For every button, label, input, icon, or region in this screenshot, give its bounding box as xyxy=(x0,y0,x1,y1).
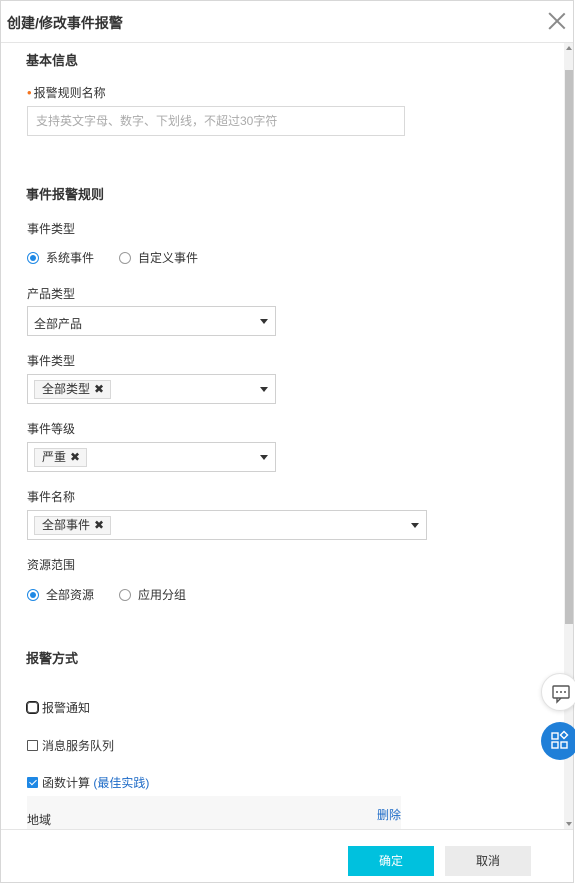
chevron-down-icon xyxy=(260,387,268,392)
product-type-value: 全部产品 xyxy=(34,317,83,331)
radio-label: 系统事件 xyxy=(46,251,95,265)
tag-all-events: 全部事件 ✖ xyxy=(34,516,112,535)
checkbox-unchecked-icon xyxy=(26,701,39,714)
radio-checked-icon xyxy=(27,251,39,264)
checkbox-label: 函数计算 xyxy=(42,776,91,790)
section-title-event-rule: 事件报警规则 xyxy=(26,187,105,202)
dialog-body: 基本信息 • 报警规则名称 支持英文字母、数字、下划线，不超过30字符 事件报警规… xyxy=(1,43,573,829)
apps-icon-graphic xyxy=(551,730,569,749)
dialog-title: 创建/修改事件报警 xyxy=(7,15,123,31)
event-level-label: 事件等级 xyxy=(27,422,76,436)
delete-link[interactable]: 删除 xyxy=(377,806,401,823)
radio-label: 应用分组 xyxy=(138,588,187,602)
radio-custom-event[interactable]: 自定义事件 xyxy=(119,249,198,266)
section-title-basic: 基本信息 xyxy=(26,53,79,68)
checkbox-message-queue[interactable]: 消息服务队列 xyxy=(27,737,114,754)
scroll-up-icon[interactable] xyxy=(566,46,572,50)
rule-name-label: • 报警规则名称 xyxy=(27,84,106,101)
dialog-header: 创建/修改事件报警 xyxy=(1,1,573,43)
region-label: 地域 xyxy=(27,813,52,827)
tag-severe: 严重 ✖ xyxy=(34,448,88,467)
event-level-select[interactable]: 严重 ✖ xyxy=(27,442,276,472)
product-type-label: 产品类型 xyxy=(27,287,76,301)
radio-label: 全部资源 xyxy=(46,588,95,602)
product-type-select[interactable]: 全部产品 xyxy=(27,306,276,336)
remove-tag-icon[interactable]: ✖ xyxy=(94,381,104,398)
event-category-select[interactable]: 全部类型 ✖ xyxy=(27,374,276,404)
rule-name-label-text: 报警规则名称 xyxy=(33,86,106,100)
apps-icon[interactable] xyxy=(541,722,575,760)
radio-label: 自定义事件 xyxy=(138,251,199,265)
remove-tag-icon[interactable]: ✖ xyxy=(70,449,80,466)
region-row: 地域 删除 xyxy=(27,796,401,829)
section-title-alarm-method: 报警方式 xyxy=(26,651,79,666)
resource-scope-label: 资源范围 xyxy=(27,558,76,572)
chat-icon-graphic xyxy=(552,685,570,704)
chevron-down-icon xyxy=(260,319,268,324)
radio-system-event[interactable]: 系统事件 xyxy=(27,249,94,266)
rule-name-input[interactable]: 支持英文字母、数字、下划线，不超过30字符 xyxy=(27,106,405,136)
scroll-down-icon[interactable] xyxy=(566,822,572,826)
checkbox-unchecked-icon xyxy=(27,740,38,751)
radio-unchecked-icon xyxy=(119,588,131,601)
event-name-label: 事件名称 xyxy=(27,490,76,504)
best-practice-link[interactable]: (最佳实践) xyxy=(93,774,149,791)
checkbox-label: 报警通知 xyxy=(42,701,91,715)
event-type-label: 事件类型 xyxy=(27,222,76,236)
radio-checked-icon xyxy=(27,588,39,601)
tag-all-types: 全部类型 ✖ xyxy=(34,380,112,399)
checkbox-checked-icon xyxy=(27,777,38,788)
checkbox-label: 消息服务队列 xyxy=(42,739,115,753)
chevron-down-icon xyxy=(260,455,268,460)
close-icon[interactable] xyxy=(547,10,567,30)
alarm-dialog: 创建/修改事件报警 基本信息 • 报警规则名称 支持英文字母、数字、下划线，不超过… xyxy=(0,0,574,883)
radio-all-resources[interactable]: 全部资源 xyxy=(27,586,94,603)
required-marker-icon: • xyxy=(27,85,32,100)
checkbox-alarm-notify[interactable]: 报警通知 xyxy=(26,699,91,716)
checkbox-function-compute[interactable]: 函数计算 (最佳实践) xyxy=(27,774,149,791)
dialog-footer: 确定 取消 xyxy=(1,829,573,882)
chevron-down-icon xyxy=(411,523,419,528)
event-name-select[interactable]: 全部事件 ✖ xyxy=(27,510,427,540)
ok-button[interactable]: 确定 xyxy=(348,846,434,876)
event-category-label: 事件类型 xyxy=(27,354,76,368)
cancel-button[interactable]: 取消 xyxy=(445,846,531,876)
radio-unchecked-icon xyxy=(119,251,131,264)
tag-label: 全部类型 xyxy=(42,382,91,396)
tag-label: 严重 xyxy=(42,450,67,464)
remove-tag-icon[interactable]: ✖ xyxy=(94,517,104,534)
radio-app-group[interactable]: 应用分组 xyxy=(119,586,186,603)
tag-label: 全部事件 xyxy=(42,518,91,532)
chat-icon[interactable] xyxy=(541,673,575,711)
scroll-thumb[interactable] xyxy=(565,70,573,624)
